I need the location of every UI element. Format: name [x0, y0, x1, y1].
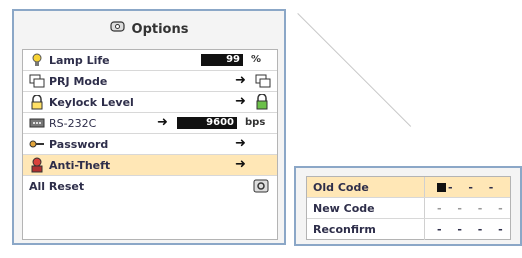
menu-item-password[interactable]: Password ➜ — [23, 134, 277, 155]
reset-icon — [253, 179, 269, 196]
right-arrow-icon: ➜ — [235, 94, 246, 109]
callout-line — [297, 13, 412, 127]
new-code-value[interactable]: - - - - — [425, 202, 509, 215]
old-code-digits: - - - — [448, 180, 500, 194]
menu-item-label: Password — [49, 137, 109, 151]
anti-theft-code-panel: Old Code - - - New Code - - - - Reconfir… — [294, 166, 522, 246]
lamp-life-value: 99 — [201, 54, 243, 66]
thief-icon — [29, 157, 45, 173]
anti-theft-code-table: Old Code - - - New Code - - - - Reconfir… — [306, 176, 511, 240]
reconfirm-row[interactable]: Reconfirm - - - - — [307, 219, 510, 240]
menu-item-label: RS-232C — [49, 116, 97, 130]
menu-item-label: PRJ Mode — [49, 74, 108, 88]
reconfirm-label: Reconfirm — [307, 219, 425, 240]
options-title-text: Options — [131, 21, 189, 37]
right-arrow-icon: ➜ — [235, 157, 246, 172]
reconfirm-value[interactable]: - - - - — [425, 223, 509, 236]
lock-icon — [29, 94, 45, 110]
options-list: Lamp Life 99 % PRJ Mode ➜ Keylock Level … — [22, 49, 278, 240]
menu-item-all-reset[interactable]: All Reset — [23, 176, 277, 197]
projector-icon — [29, 73, 45, 89]
old-code-label: Old Code — [307, 177, 425, 197]
green-lock-icon — [255, 93, 269, 113]
old-code-row[interactable]: Old Code - - - — [307, 177, 510, 198]
menu-item-label: Lamp Life — [49, 53, 110, 67]
menu-item-lamp-life[interactable]: Lamp Life 99 % — [23, 50, 277, 71]
baud-rate-value: 9600 — [177, 117, 237, 129]
projector-mode-icon — [255, 74, 271, 91]
right-arrow-icon: ➜ — [235, 136, 246, 151]
old-code-value[interactable]: - - - — [425, 181, 499, 194]
menu-item-keylock-level[interactable]: Keylock Level ➜ — [23, 92, 277, 113]
options-menu: Options Lamp Life 99 % PRJ Mode ➜ Keyloc… — [12, 9, 286, 245]
new-code-label: New Code — [307, 198, 425, 218]
menu-item-rs232c[interactable]: RS-232C ➜ 9600 bps — [23, 113, 277, 134]
menu-item-label: Keylock Level — [49, 95, 134, 109]
lamp-life-unit: % — [251, 54, 262, 65]
options-icon — [109, 20, 126, 38]
key-icon — [29, 136, 45, 152]
new-code-row[interactable]: New Code - - - - — [307, 198, 510, 219]
options-title: Options — [14, 11, 284, 47]
serial-port-icon — [29, 115, 45, 131]
menu-item-prj-mode[interactable]: PRJ Mode ➜ — [23, 71, 277, 92]
lamp-icon — [29, 52, 45, 68]
baud-rate-unit: bps — [245, 117, 266, 128]
menu-item-label: Anti-Theft — [49, 158, 111, 172]
input-cursor — [437, 183, 446, 192]
menu-item-label: All Reset — [29, 180, 85, 193]
right-arrow-icon: ➜ — [157, 115, 168, 130]
right-arrow-icon: ➜ — [235, 73, 246, 88]
menu-item-anti-theft[interactable]: Anti-Theft ➜ — [23, 155, 277, 176]
